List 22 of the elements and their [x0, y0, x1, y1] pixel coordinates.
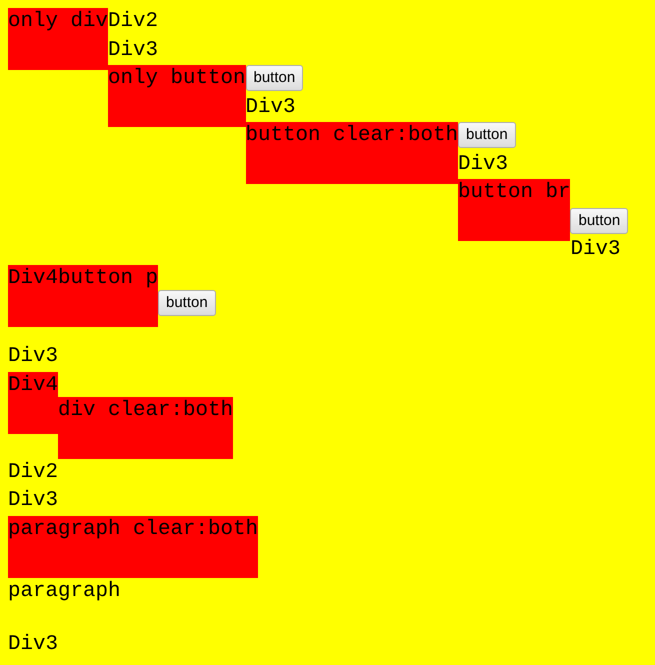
filled-block: button br	[458, 179, 570, 241]
text-line: Div3	[458, 152, 508, 176]
filled-block: Div4	[8, 372, 58, 434]
text-line: Div2	[8, 460, 58, 484]
text-line: Div3	[246, 96, 296, 118]
filled-block: only div	[8, 8, 108, 70]
button[interactable]: button	[246, 65, 304, 91]
filled-block: div clear:both	[58, 396, 233, 458]
text-line: Div3	[108, 38, 158, 62]
filled-block: paragraph clear:both	[8, 516, 258, 578]
text-line: Div3	[8, 345, 58, 368]
text-line: Div3	[8, 633, 58, 656]
button[interactable]: button	[158, 290, 216, 316]
text-line: paragraph	[8, 580, 120, 602]
filled-block: button clear:both	[246, 122, 458, 184]
button[interactable]: button	[458, 122, 516, 148]
filled-block: only button	[108, 65, 246, 127]
text-line: Div2	[108, 10, 158, 33]
text-line: Div3	[570, 238, 620, 261]
text-line: Div3	[8, 489, 58, 512]
filled-block: Div4button p	[8, 264, 158, 326]
button[interactable]: button	[570, 208, 628, 234]
